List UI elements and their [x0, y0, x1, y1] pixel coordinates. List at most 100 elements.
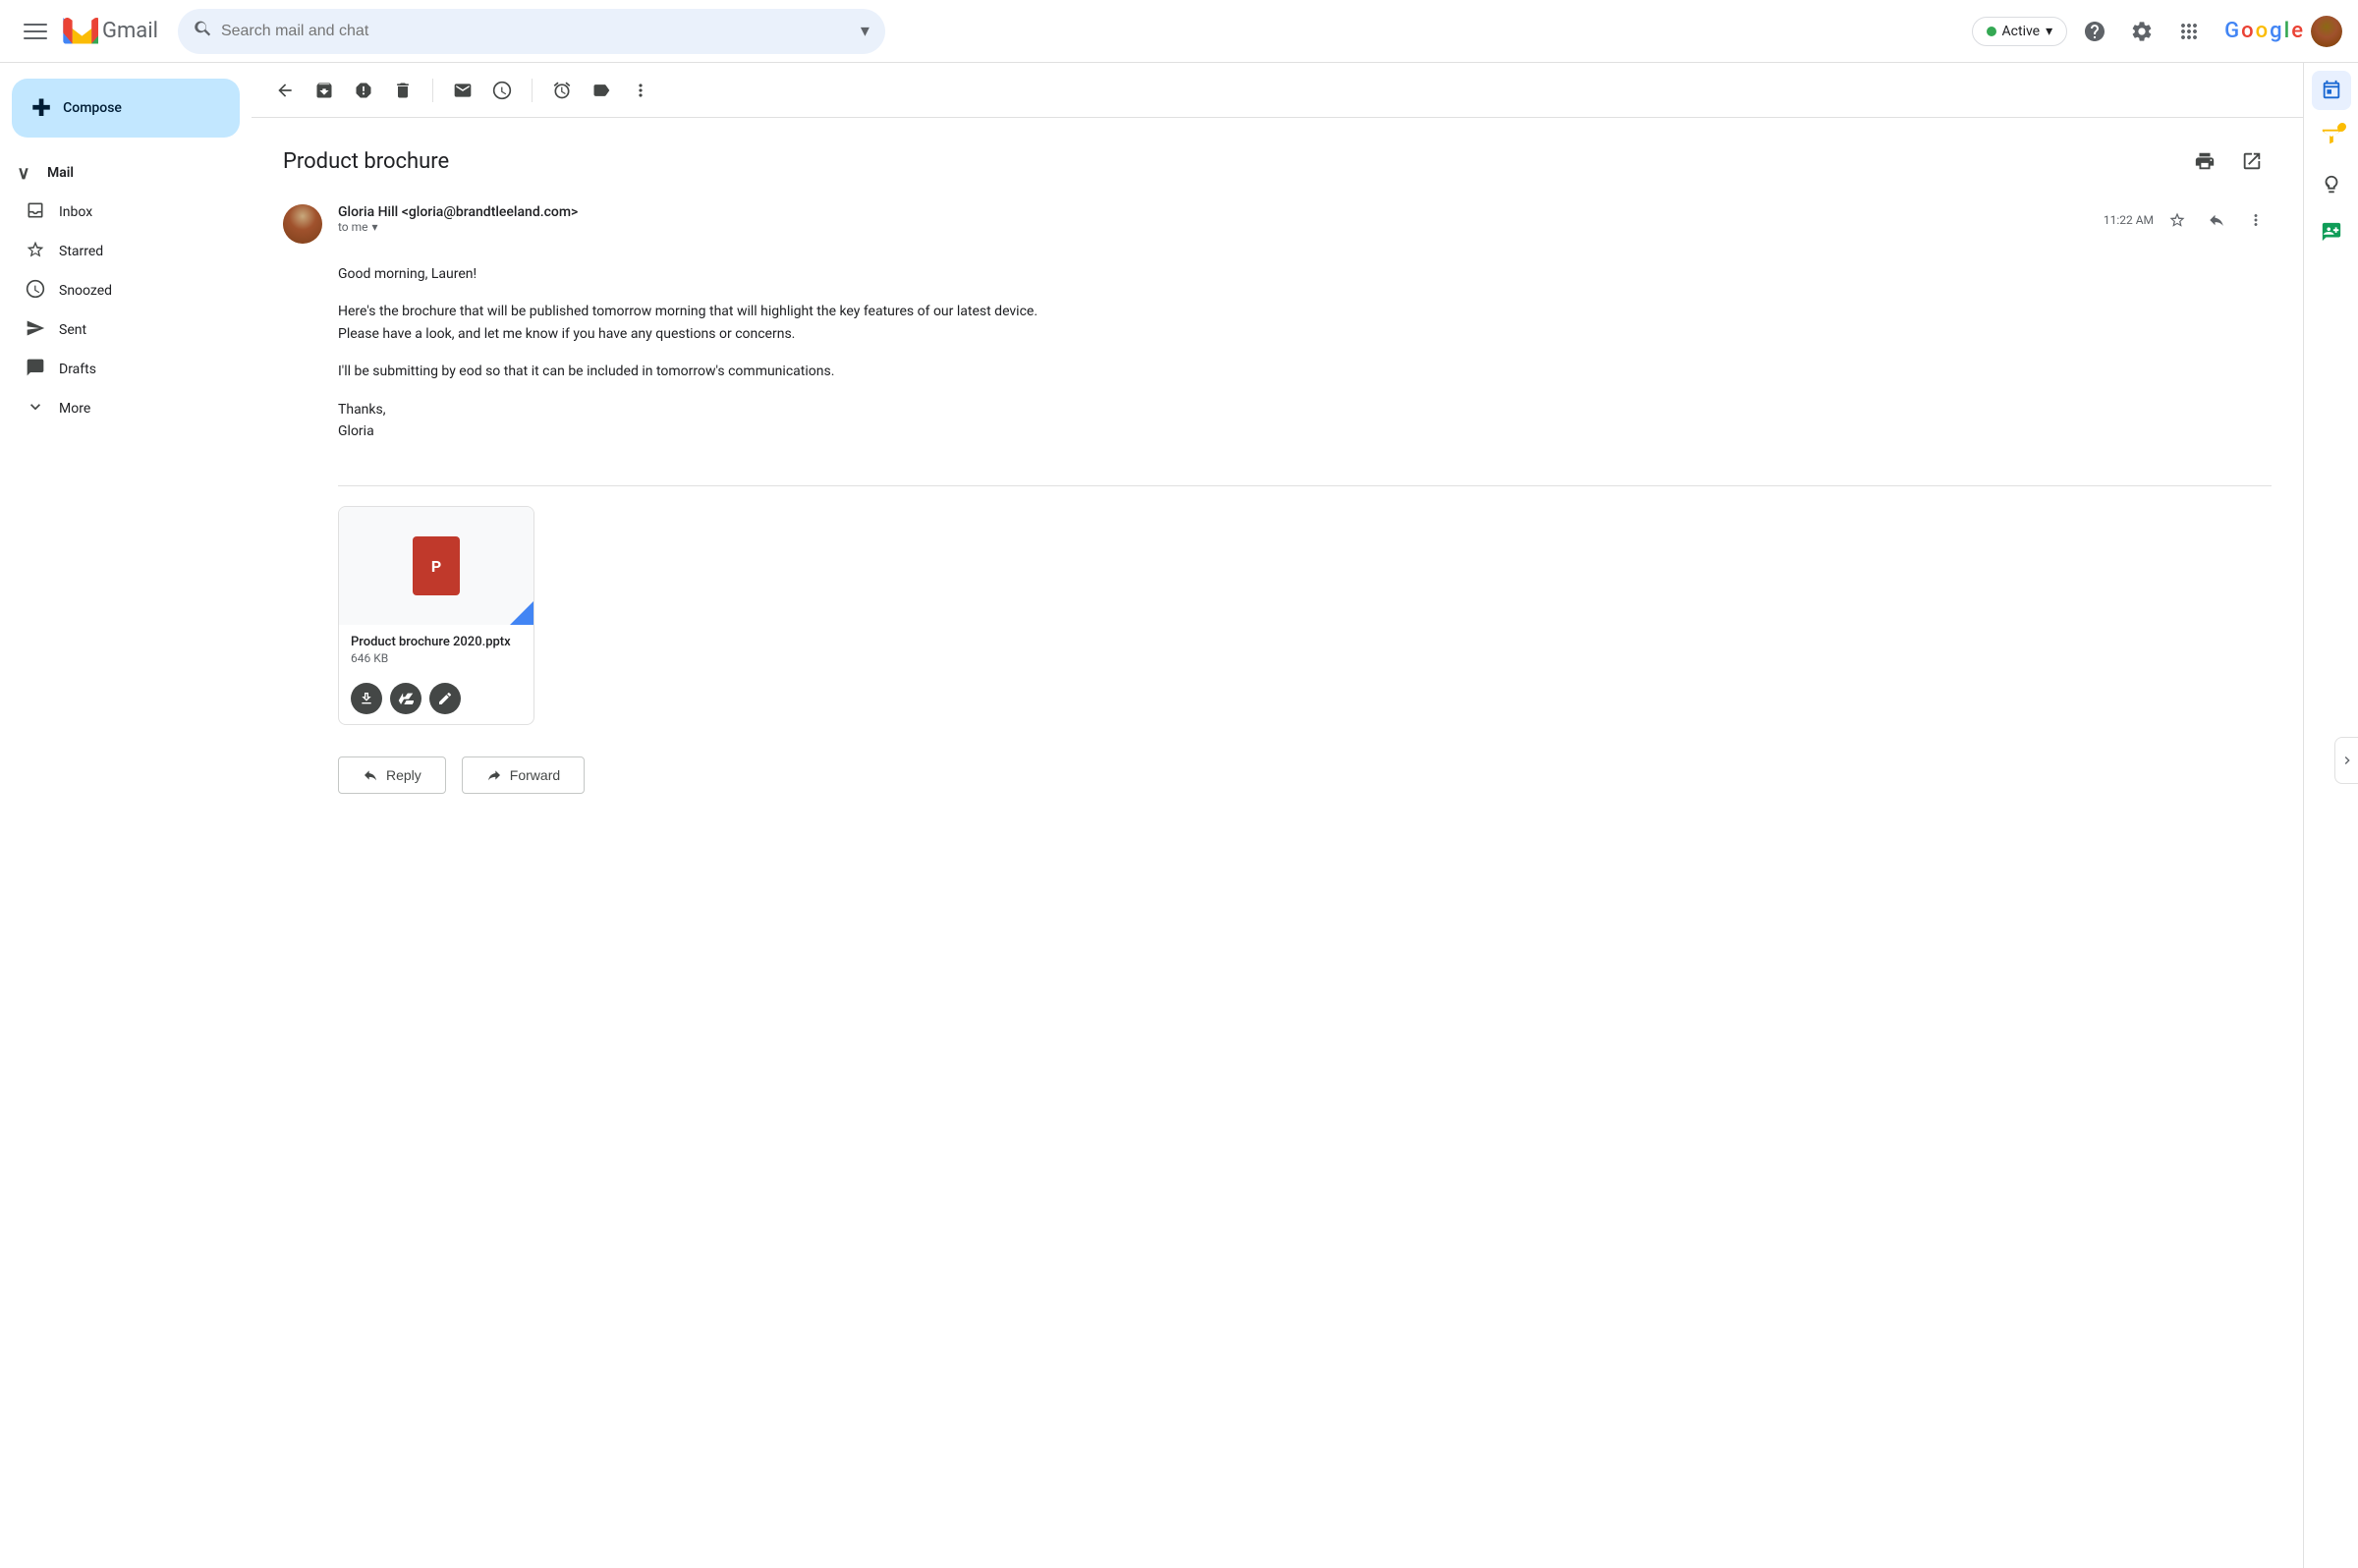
- email-time: 11:22 AM: [2104, 213, 2154, 227]
- snoozed-icon: [24, 279, 47, 304]
- star-button[interactable]: [2162, 204, 2193, 236]
- email-signature: Thanks,Gloria: [338, 399, 2272, 443]
- sidebar-item-more[interactable]: More: [0, 389, 236, 428]
- forward-button[interactable]: Forward: [462, 756, 585, 794]
- sidebar: ✚ Compose ∨ Mail Inbox Starred Snoozed: [0, 63, 252, 1568]
- main-layout: ✚ Compose ∨ Mail Inbox Starred Snoozed: [0, 63, 2358, 1568]
- sidebar-item-inbox[interactable]: Inbox: [0, 193, 236, 232]
- ppt-file-icon: P: [413, 536, 460, 595]
- edit-attachment-button[interactable]: [429, 683, 461, 714]
- inbox-icon: [24, 200, 47, 225]
- archive-button[interactable]: [307, 73, 342, 108]
- sidebar-item-starred[interactable]: Starred: [0, 232, 236, 271]
- forward-button-label: Forward: [510, 767, 560, 783]
- drafts-label: Drafts: [59, 362, 96, 377]
- active-label: Active: [2002, 24, 2041, 39]
- attachment-filename: Product brochure 2020.pptx: [351, 635, 522, 649]
- email-subject-actions: [2185, 141, 2272, 181]
- reply-button-label: Reply: [386, 767, 421, 783]
- toolbar-divider-2: [532, 79, 533, 102]
- starred-icon: [24, 240, 47, 264]
- menu-icon[interactable]: [16, 12, 55, 51]
- more-email-button[interactable]: [2240, 204, 2272, 236]
- email-subject: Product brochure: [283, 149, 449, 174]
- sent-label: Sent: [59, 322, 86, 338]
- attachment-actions: [339, 675, 533, 724]
- download-attachment-button[interactable]: [351, 683, 382, 714]
- sender-avatar: [283, 204, 322, 244]
- keep-panel-button[interactable]: [2312, 165, 2351, 204]
- drafts-icon: [24, 358, 47, 382]
- move-to-button[interactable]: [544, 73, 580, 108]
- search-dropdown-icon[interactable]: ▾: [861, 21, 870, 41]
- mail-section[interactable]: ∨ Mail: [0, 153, 252, 193]
- open-new-window-button[interactable]: [2232, 141, 2272, 181]
- active-status-button[interactable]: Active ▾: [1972, 17, 2068, 46]
- email-greeting: Good morning, Lauren!: [338, 263, 2272, 285]
- calendar-panel-button[interactable]: [2312, 71, 2351, 110]
- email-body: Good morning, Lauren! Here's the brochur…: [283, 263, 2272, 477]
- settings-button[interactable]: [2122, 12, 2162, 51]
- back-button[interactable]: [267, 73, 303, 108]
- email-subject-row: Product brochure: [283, 141, 2272, 181]
- user-avatar[interactable]: [2311, 16, 2342, 47]
- more-toolbar-button[interactable]: [623, 73, 658, 108]
- forward-icon: [486, 767, 502, 783]
- mail-section-label: Mail: [47, 165, 74, 181]
- attachment-size: 646 KB: [351, 651, 522, 665]
- report-spam-button[interactable]: [346, 73, 381, 108]
- snoozed-label: Snoozed: [59, 283, 112, 299]
- save-drive-button[interactable]: [390, 683, 421, 714]
- sender-name: Gloria Hill <gloria@brandtleeland.com>: [338, 204, 578, 220]
- email-paragraph-2: I'll be submitting by eod so that it can…: [338, 361, 2272, 382]
- contacts-panel-button[interactable]: [2312, 212, 2351, 252]
- compose-button[interactable]: ✚ Compose: [12, 79, 240, 138]
- print-button[interactable]: [2185, 141, 2224, 181]
- tasks-badge: [2338, 123, 2346, 131]
- to-row[interactable]: to me ▾: [338, 220, 2088, 234]
- search-icon: [194, 19, 213, 43]
- tasks-panel-button[interactable]: [2312, 118, 2351, 157]
- labels-button[interactable]: [584, 73, 619, 108]
- to-label: to me: [338, 220, 368, 234]
- snooze-button[interactable]: [484, 73, 520, 108]
- search-input[interactable]: [221, 23, 853, 40]
- attachment-corner-fold: [510, 601, 533, 625]
- gmail-logo: Gmail: [63, 18, 158, 44]
- email-toolbar: [252, 63, 2303, 118]
- email-meta-right: 11:22 AM: [2104, 204, 2272, 236]
- search-bar[interactable]: ▾: [178, 9, 885, 54]
- to-dropdown-icon: ▾: [372, 220, 378, 234]
- mark-unread-button[interactable]: [445, 73, 480, 108]
- inbox-label: Inbox: [59, 204, 92, 220]
- attachment-area: P Product brochure 2020.pptx 646 KB: [283, 506, 2272, 749]
- sender-info: Gloria Hill <gloria@brandtleeland.com> t…: [338, 204, 2088, 234]
- sender-name-row: Gloria Hill <gloria@brandtleeland.com>: [338, 204, 2088, 220]
- compose-plus-icon: ✚: [31, 94, 51, 122]
- sidebar-item-drafts[interactable]: Drafts: [0, 350, 236, 389]
- attachment-info: Product brochure 2020.pptx 646 KB: [339, 625, 533, 675]
- email-divider: [338, 485, 2272, 486]
- toolbar-divider-1: [432, 79, 433, 102]
- help-button[interactable]: [2075, 12, 2114, 51]
- active-dot: [1987, 27, 1996, 36]
- attachment-card[interactable]: P Product brochure 2020.pptx 646 KB: [338, 506, 534, 725]
- reply-header-button[interactable]: [2201, 204, 2232, 236]
- apps-button[interactable]: [2169, 12, 2209, 51]
- expand-panel-button[interactable]: [2334, 737, 2358, 784]
- reply-button[interactable]: Reply: [338, 756, 446, 794]
- sent-icon: [24, 318, 47, 343]
- more-label: More: [59, 401, 90, 417]
- email-paragraph-1: Here's the brochure that will be publish…: [338, 301, 2272, 345]
- topbar: Gmail ▾ Active ▾ Google: [0, 0, 2358, 63]
- ppt-icon-letter: P: [431, 557, 441, 576]
- google-logo: Google: [2224, 19, 2303, 43]
- right-panel: [2303, 63, 2358, 1568]
- sidebar-item-sent[interactable]: Sent: [0, 310, 236, 350]
- reply-section: Reply Forward: [283, 749, 2272, 817]
- delete-button[interactable]: [385, 73, 421, 108]
- attachment-preview: P: [339, 507, 533, 625]
- sidebar-item-snoozed[interactable]: Snoozed: [0, 271, 236, 310]
- more-expand-icon: [24, 397, 47, 421]
- email-content-area: Product brochure Gloria Hill: [252, 63, 2303, 1568]
